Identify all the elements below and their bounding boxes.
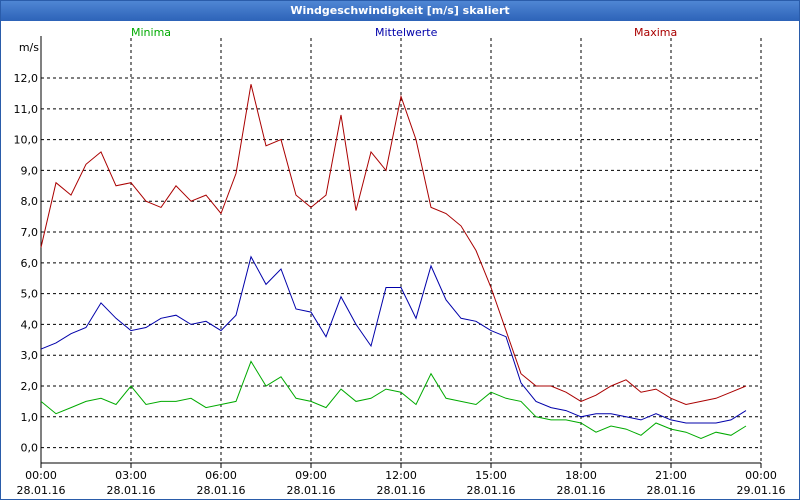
x-tick-date: 28.01.16: [377, 484, 426, 497]
legend-maxima: Maxima: [634, 26, 678, 39]
y-tick-label: 6,0: [21, 257, 39, 270]
x-tick-date: 28.01.16: [557, 484, 606, 497]
x-tick-time: 21:00: [655, 469, 687, 482]
y-tick-label: 12,0: [14, 72, 39, 85]
y-tick-label: 2,0: [21, 380, 39, 393]
x-tick-date: 28.01.16: [647, 484, 696, 497]
y-tick-label: 1,0: [21, 411, 39, 424]
series-line-minima: [40, 360, 747, 439]
x-tick-date: 28.01.16: [197, 484, 246, 497]
x-tick-date: 29.01.16: [737, 484, 786, 497]
x-tick-date: 28.01.16: [17, 484, 66, 497]
y-tick-label: 0,0: [21, 442, 39, 455]
series-lines: [40, 84, 747, 439]
y-tick-label: 10,0: [14, 134, 39, 147]
y-tick-label: 9,0: [21, 164, 39, 177]
x-tick-time: 06:00: [205, 469, 237, 482]
x-tick-time: 15:00: [475, 469, 507, 482]
x-tick-time: 00:00: [25, 469, 57, 482]
grid: [40, 38, 762, 463]
legend-minima: Minima: [131, 26, 172, 39]
x-tick-time: 12:00: [385, 469, 417, 482]
x-tick-date: 28.01.16: [467, 484, 516, 497]
x-tick-time: 03:00: [115, 469, 147, 482]
x-tick-time: 09:00: [295, 469, 327, 482]
legend-mittelwerte: Mittelwerte: [375, 26, 438, 39]
x-tick-date: 28.01.16: [107, 484, 156, 497]
chart-window: Windgeschwindigkeit [m/s] skaliert 0,0 1,…: [0, 0, 800, 500]
y-tick-label: 4,0: [21, 318, 39, 331]
series-line-mittelwerte: [40, 255, 747, 424]
y-tick-label: 5,0: [21, 288, 39, 301]
y-tick-label: 3,0: [21, 349, 39, 362]
y-tick-label: 7,0: [21, 226, 39, 239]
x-tick-time: 18:00: [565, 469, 597, 482]
line-chart: 0,0 1,0 2,0 3,0 4,0 5,0 6,0 7,0 8,0 9,0 10,0 11,0 12…: [14, 36, 786, 497]
y-axis-label: m/s: [19, 41, 39, 54]
x-tick-time: 00:00: [745, 469, 777, 482]
y-tick-label: 8,0: [21, 195, 39, 208]
y-tick-label: 11,0: [14, 103, 39, 116]
x-tick-date: 28.01.16: [287, 484, 336, 497]
series-line-maxima: [40, 84, 747, 406]
